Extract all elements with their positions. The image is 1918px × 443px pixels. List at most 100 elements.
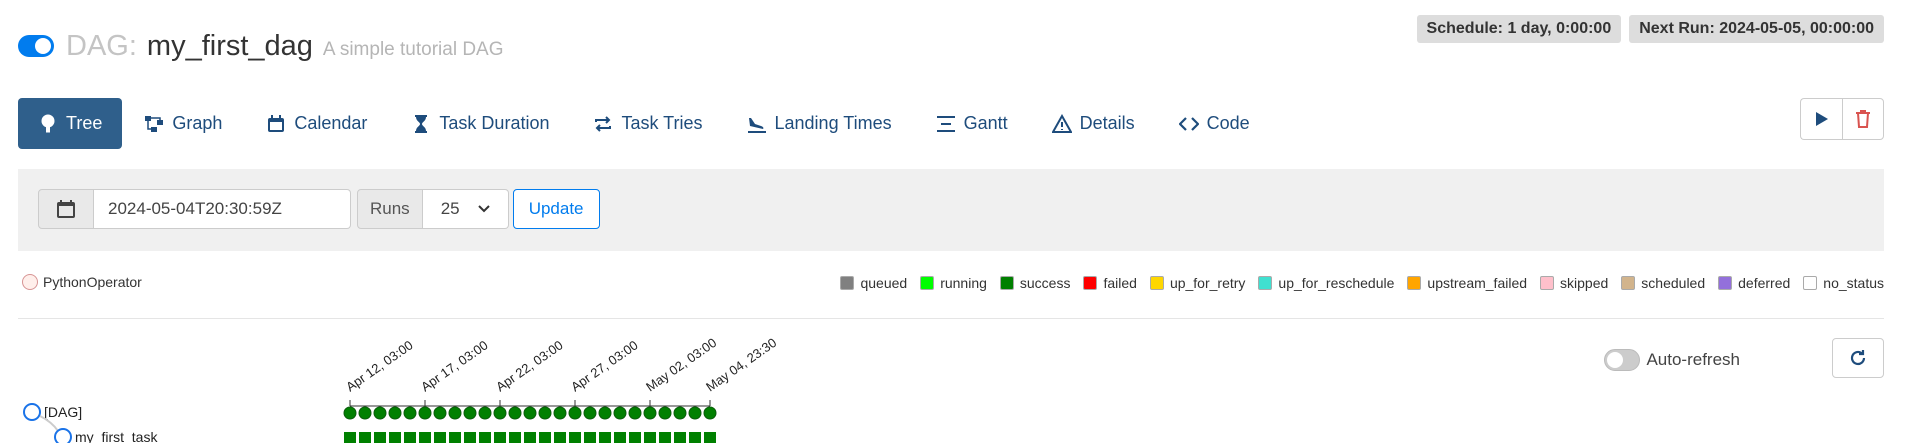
dag-pause-toggle[interactable] [18,35,54,57]
legend-item-queued[interactable]: queued [840,275,907,291]
task-instance-marker[interactable] [374,432,386,443]
tab-landing-times[interactable]: Landing Times [725,98,914,149]
auto-refresh-control[interactable]: Auto-refresh [1604,349,1740,371]
dag-run-marker[interactable] [658,406,672,420]
task-instance-marker[interactable] [539,432,551,443]
dag-run-marker[interactable] [598,406,612,420]
task-instance-marker[interactable] [674,432,686,443]
date-picker-button[interactable] [38,189,94,229]
legend-item-skipped[interactable]: skipped [1540,275,1608,291]
legend-item-failed[interactable]: failed [1083,275,1137,291]
dag-run-marker[interactable] [628,406,642,420]
legend-item-up-for-retry[interactable]: up_for_retry [1149,275,1246,291]
dag-run-marker[interactable] [463,406,477,420]
tab-graph[interactable]: Graph [122,98,244,149]
plane-landing-icon [747,117,766,133]
base-date-input[interactable]: 2024-05-04T20:30:59Z [94,189,351,229]
task-node-circle[interactable] [54,428,72,443]
task-instance-marker[interactable] [344,432,356,443]
legend-item-up-for-reschedule[interactable]: up_for_reschedule [1258,275,1394,291]
task-instance-marker[interactable] [644,432,656,443]
task-instance-marker[interactable] [554,432,566,443]
task-node-label: my_first_task [75,429,158,443]
state-label: up_for_reschedule [1278,275,1395,291]
delete-dag-button[interactable] [1842,98,1884,140]
legend-item-deferred[interactable]: deferred [1718,275,1790,291]
task-instance-marker[interactable] [464,432,476,443]
dag-run-marker[interactable] [568,406,582,420]
legend-item-success[interactable]: success [999,275,1071,291]
tab-task-tries[interactable]: Task Tries [571,98,724,149]
tab-gantt[interactable]: Gantt [914,98,1030,149]
dag-run-marker[interactable] [643,406,657,420]
tab-label: Details [1079,113,1135,133]
state-label: up_for_retry [1169,275,1246,291]
dag-run-marker[interactable] [343,406,357,420]
operator-swatch [22,274,38,290]
state-label: skipped [1560,275,1609,291]
next-run-badge: Next Run: 2024-05-05, 00:00:00 [1629,15,1884,43]
task-instance-marker[interactable] [404,432,416,443]
refresh-icon [1850,350,1866,366]
dag-run-marker[interactable] [478,406,492,420]
task-instance-marker[interactable] [614,432,626,443]
auto-refresh-toggle[interactable] [1604,349,1641,371]
task-instance-marker[interactable] [584,432,596,443]
calendar-icon [268,114,285,132]
tab-code[interactable]: Code [1157,98,1272,149]
dag-node-circle[interactable] [23,403,41,421]
dag-run-marker[interactable] [538,406,552,420]
state-label: queued [860,275,908,291]
task-instance-marker[interactable] [704,432,716,443]
dag-run-marker[interactable] [388,406,402,420]
dag-run-marker[interactable] [688,406,702,420]
dag-run-marker[interactable] [418,406,432,420]
legend-item-no-status[interactable]: no_status [1803,275,1884,291]
chevron-down-icon [477,205,490,213]
state-label: success [1019,275,1071,291]
state-swatch [1621,276,1636,290]
task-instance-marker[interactable] [509,432,521,443]
state-label: deferred [1738,275,1791,291]
task-instance-marker[interactable] [419,432,431,443]
trash-icon [1856,110,1870,128]
dag-run-marker[interactable] [523,406,537,420]
dag-run-marker[interactable] [493,406,507,420]
dag-run-marker[interactable] [613,406,627,420]
date-label: Apr 12, 03:00 [343,337,416,394]
task-instance-marker[interactable] [569,432,581,443]
runs-select[interactable]: 25 [422,189,509,229]
task-instance-marker[interactable] [659,432,671,443]
dag-run-marker[interactable] [448,406,462,420]
dag-run-marker[interactable] [673,406,687,420]
task-instance-marker[interactable] [359,432,371,443]
task-instance-marker[interactable] [449,432,461,443]
dag-run-marker[interactable] [553,406,567,420]
task-instance-marker[interactable] [479,432,491,443]
dag-run-marker[interactable] [703,406,717,420]
task-instance-marker[interactable] [599,432,611,443]
task-instance-marker[interactable] [689,432,701,443]
task-instance-marker[interactable] [494,432,506,443]
dag-run-marker[interactable] [358,406,372,420]
update-button[interactable]: Update [512,189,600,229]
refresh-button[interactable] [1832,338,1884,378]
dag-run-marker[interactable] [403,406,417,420]
tab-task-duration[interactable]: Task Duration [389,98,571,149]
task-instance-marker[interactable] [389,432,401,443]
tab-calendar[interactable]: Calendar [244,98,389,149]
tab-details[interactable]: Details [1030,98,1157,149]
task-instance-marker[interactable] [629,432,641,443]
dag-run-marker[interactable] [433,406,447,420]
dag-run-marker[interactable] [508,406,522,420]
legend-item-scheduled[interactable]: scheduled [1621,275,1705,291]
tab-tree[interactable]: Tree [18,98,123,149]
dag-run-marker[interactable] [583,406,597,420]
legend-item-running[interactable]: running [920,275,987,291]
dag-run-marker[interactable] [373,406,387,420]
trigger-dag-button[interactable] [1800,98,1842,140]
task-instance-marker[interactable] [524,432,536,443]
date-label: Apr 22, 03:00 [493,337,566,394]
legend-item-upstream-failed[interactable]: upstream_failed [1407,275,1527,291]
task-instance-marker[interactable] [434,432,446,443]
